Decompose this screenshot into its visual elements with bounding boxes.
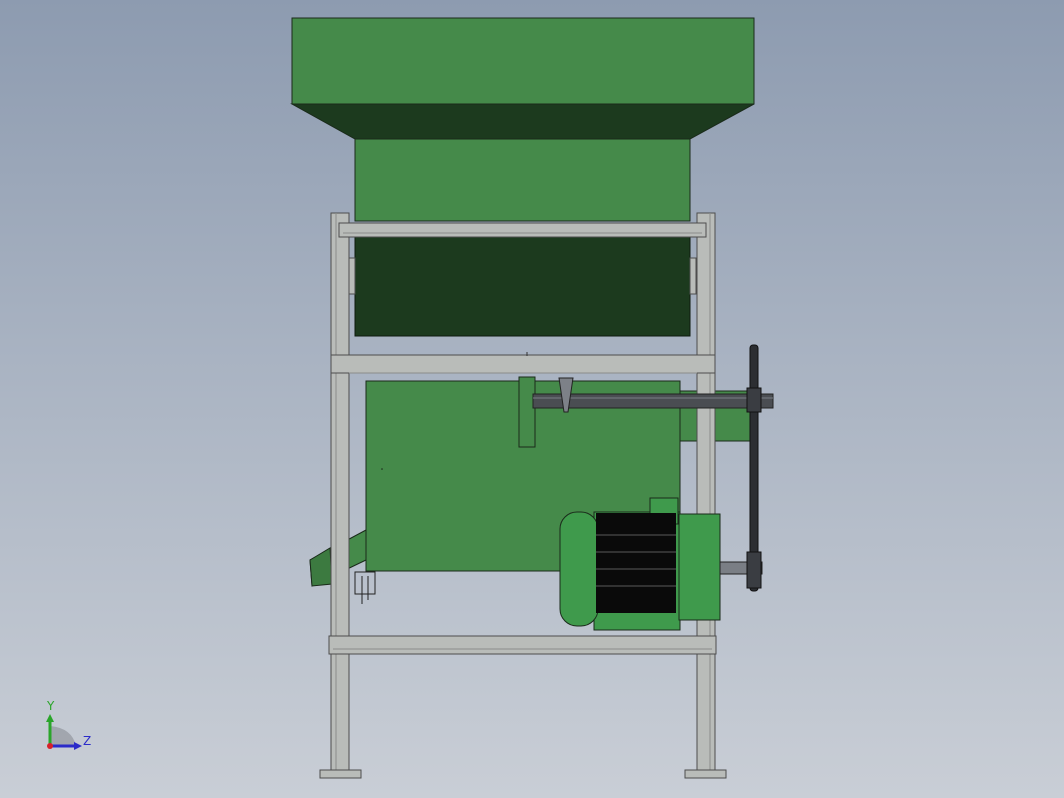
y-axis-label: Y [47,699,55,713]
z-axis-label: Z [83,734,92,748]
triad-plane [50,726,76,746]
y-axis-arrowhead [46,714,54,722]
z-axis-arrowhead [74,742,82,750]
upper-chamber[interactable] [354,236,691,337]
cad-model[interactable] [0,0,1064,798]
hopper[interactable] [290,17,755,222]
motor[interactable] [559,497,763,631]
graphics-viewport[interactable]: Y Z [0,0,1064,798]
pulley-belt[interactable] [746,344,762,592]
origin-dot [47,743,53,749]
bracket[interactable] [354,571,376,604]
